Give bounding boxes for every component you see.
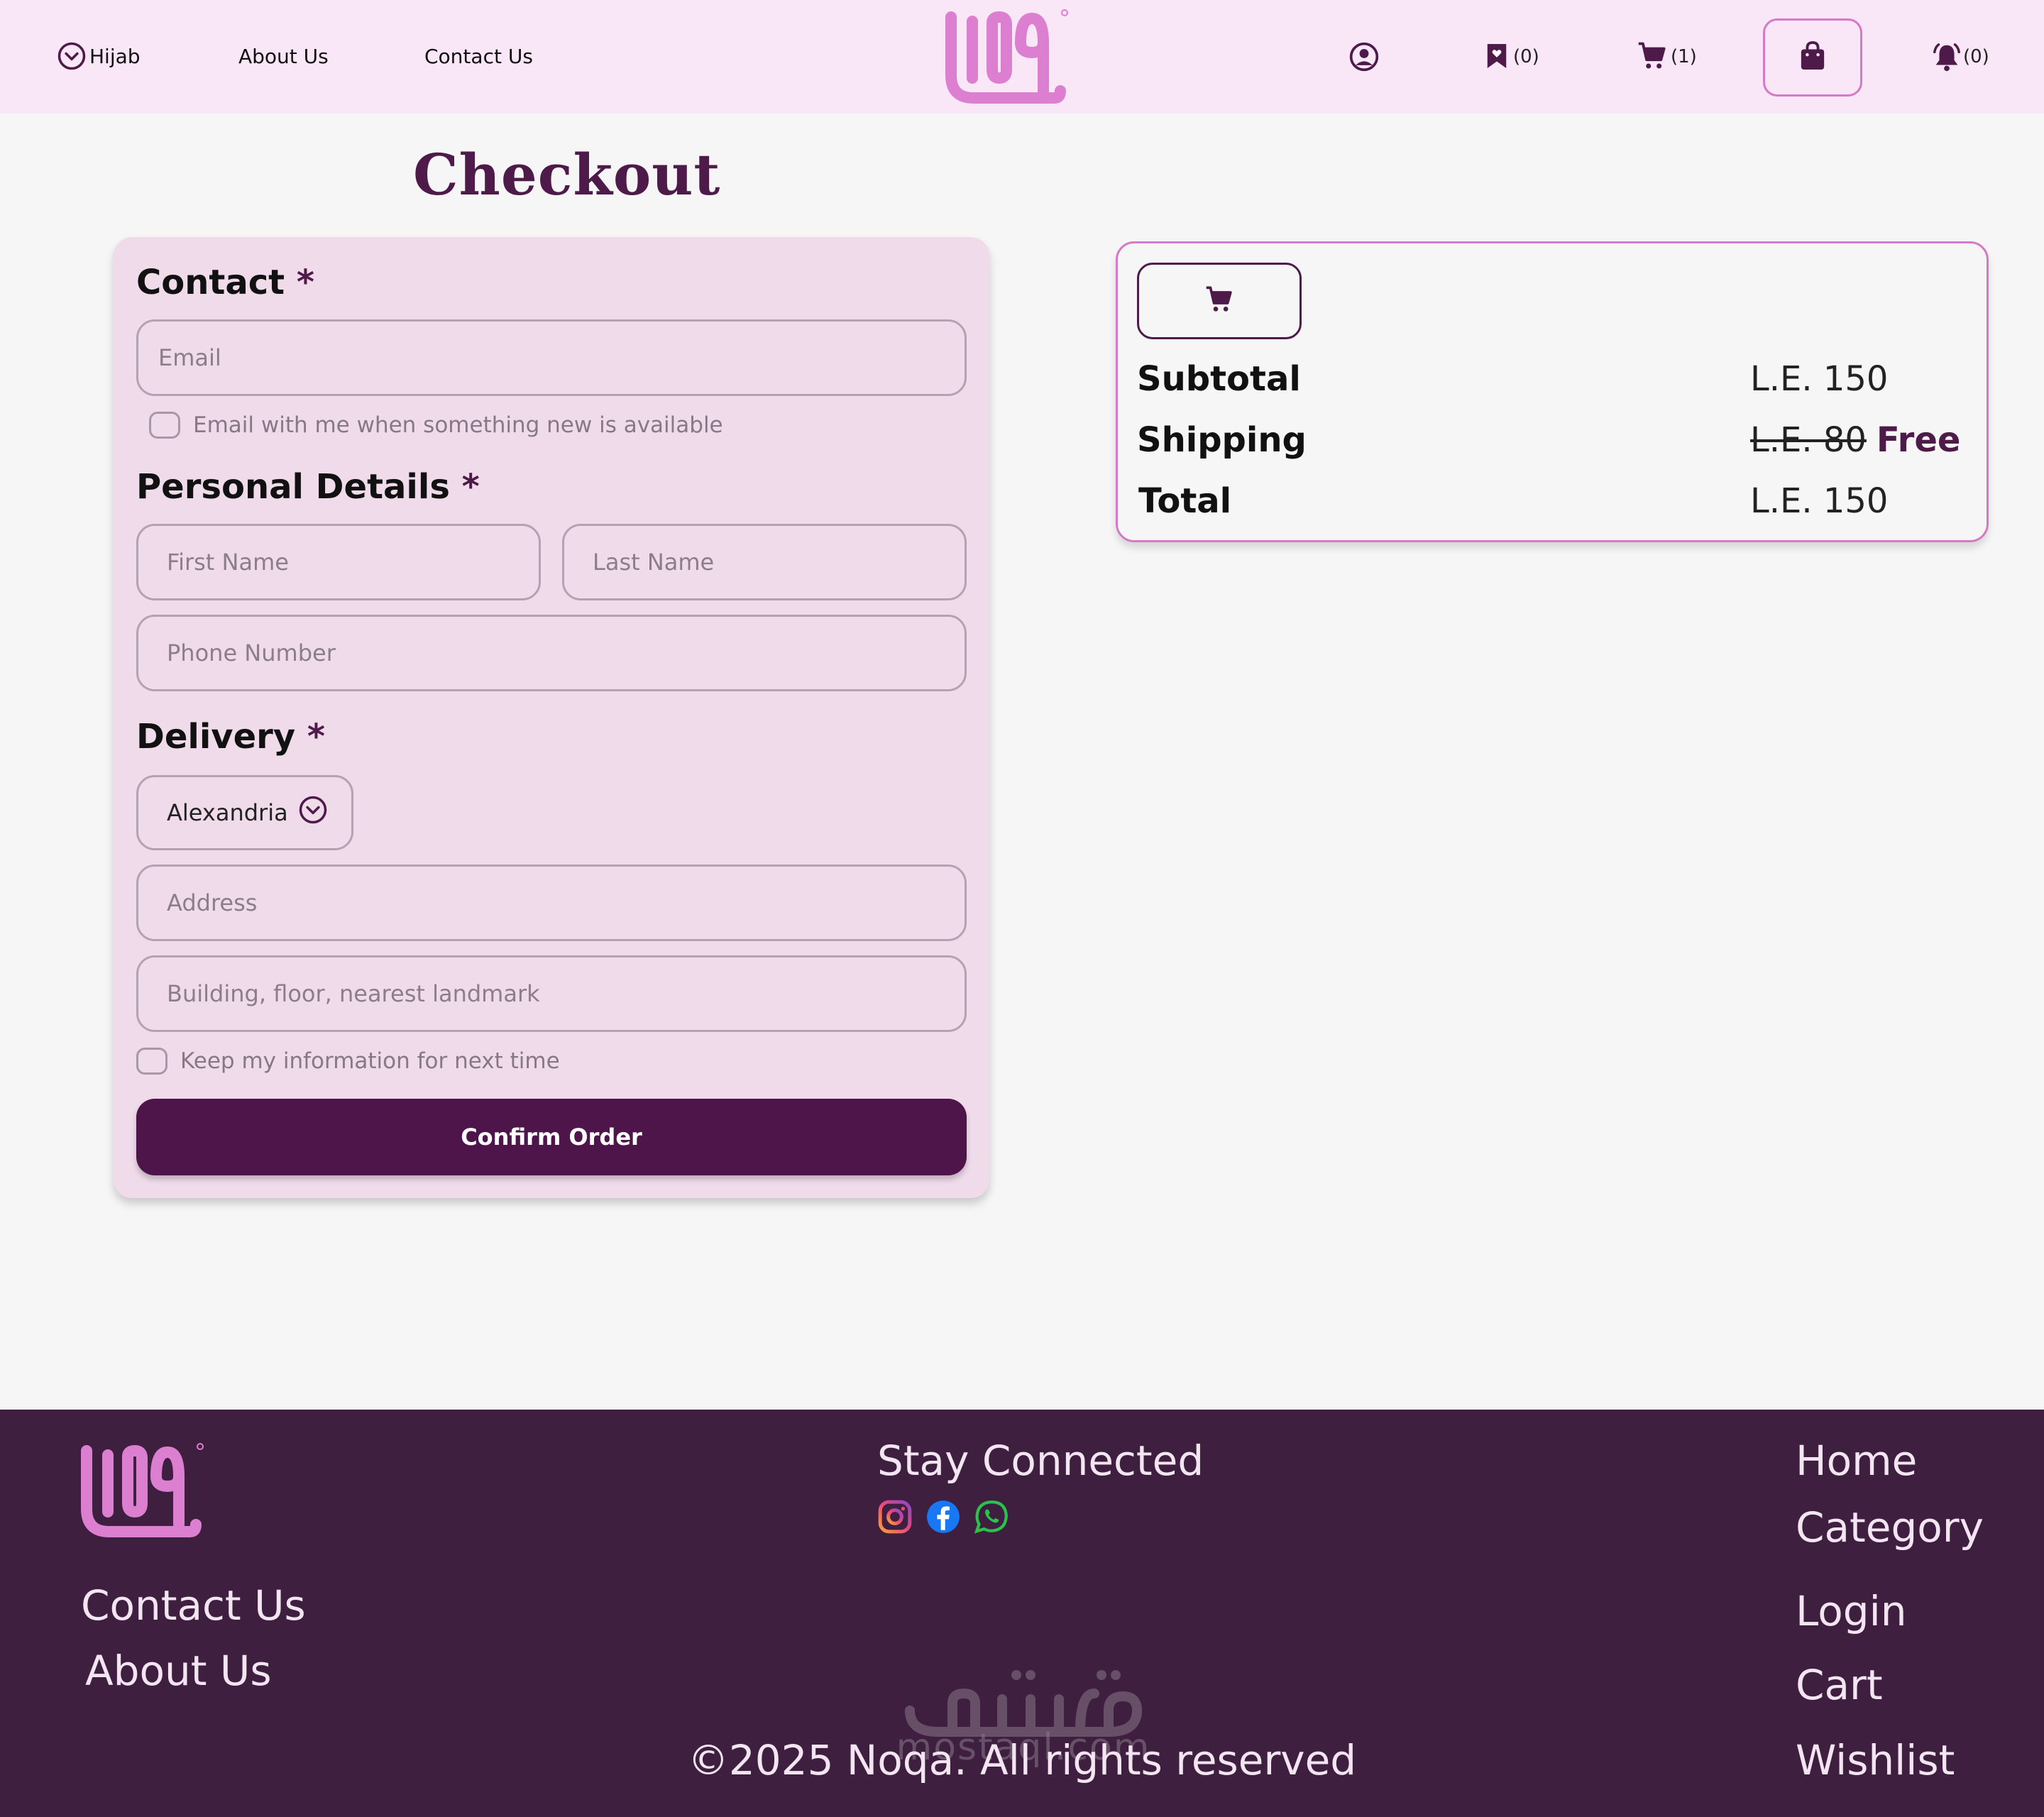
footer-link-cart[interactable]: Cart — [1796, 1659, 1883, 1711]
shipping-label: Shipping — [1137, 420, 1307, 460]
shopping-bag-button[interactable] — [1763, 18, 1862, 97]
personal-details-heading: Personal Details * — [136, 467, 480, 507]
view-cart-button[interactable] — [1137, 263, 1302, 339]
chevron-down-circle-icon — [288, 795, 328, 830]
delivery-heading: Delivery * — [136, 717, 325, 757]
user-account-icon[interactable] — [1348, 41, 1380, 72]
phone-number-input[interactable]: Phone Number — [136, 615, 967, 691]
nav-about-us[interactable]: About Us — [238, 44, 329, 70]
building-placeholder: Building, floor, nearest landmark — [167, 980, 540, 1007]
footer-link-home[interactable]: Home — [1796, 1435, 1917, 1486]
footer-link-contact-us[interactable]: Contact Us — [81, 1580, 306, 1631]
footer-link-category[interactable]: Category — [1796, 1502, 1984, 1553]
subtotal-value: L.E. 150 — [1750, 359, 1889, 399]
nav-hijab[interactable]: Hijab — [89, 44, 141, 70]
confirm-order-button[interactable]: Confirm Order — [136, 1099, 967, 1175]
page-title: Checkout — [413, 141, 721, 208]
email-input[interactable]: Email — [136, 319, 967, 396]
email-placeholder: Email — [158, 344, 221, 371]
whatsapp-icon[interactable] — [974, 1499, 1009, 1537]
keep-info-checkbox[interactable] — [136, 1048, 167, 1075]
cart-icon — [1204, 285, 1235, 317]
shipping-old-price: L.E. 80 — [1750, 420, 1867, 460]
address-input[interactable]: Address — [136, 864, 967, 941]
top-navbar: Hijab About Us Contact Us (0) (1) (0) — [0, 0, 2044, 114]
subtotal-label: Subtotal — [1137, 359, 1301, 399]
wishlist-bookmark-icon[interactable] — [1485, 43, 1509, 70]
instagram-icon[interactable] — [877, 1499, 913, 1537]
first-name-input[interactable]: First Name — [136, 524, 541, 600]
address-placeholder: Address — [167, 889, 258, 916]
wishlist-count: (0) — [1513, 46, 1539, 67]
footer-link-login[interactable]: Login — [1796, 1586, 1906, 1637]
newsletter-checkbox[interactable] — [149, 412, 180, 439]
last-name-input[interactable]: Last Name — [562, 524, 967, 600]
building-landmark-input[interactable]: Building, floor, nearest landmark — [136, 955, 967, 1032]
copyright-text: ©2025 Noqa. All rights reserved — [687, 1736, 1357, 1784]
first-name-placeholder: First Name — [167, 549, 289, 576]
notifications-count: (0) — [1963, 46, 1989, 67]
total-label: Total — [1138, 481, 1232, 521]
bell-notification-icon[interactable] — [1930, 41, 1963, 74]
cart-count: (1) — [1671, 46, 1697, 67]
footer-logo[interactable] — [77, 1441, 206, 1543]
city-select[interactable]: Alexandria — [136, 775, 353, 850]
phone-placeholder: Phone Number — [167, 639, 336, 666]
last-name-placeholder: Last Name — [593, 549, 715, 576]
stay-connected-heading: Stay Connected — [877, 1437, 1204, 1485]
newsletter-label: Email with me when something new is avai… — [193, 412, 723, 438]
brand-logo[interactable] — [941, 7, 1070, 109]
contact-heading: Contact * — [136, 263, 314, 302]
shipping-value: L.E. 80 Free — [1750, 419, 1960, 461]
shopping-bag-icon — [1799, 41, 1826, 74]
cart-icon[interactable] — [1637, 41, 1668, 71]
newsletter-checkbox-row[interactable]: Email with me when something new is avai… — [149, 412, 723, 439]
nav-contact-us[interactable]: Contact Us — [424, 44, 533, 70]
total-value: L.E. 150 — [1750, 481, 1889, 521]
keep-info-label: Keep my information for next time — [180, 1048, 560, 1074]
city-selected-value: Alexandria — [167, 799, 288, 826]
footer-link-about-us[interactable]: About Us — [85, 1645, 272, 1696]
facebook-icon[interactable] — [925, 1499, 961, 1537]
chevron-down-circle-icon[interactable] — [57, 41, 87, 71]
keep-info-checkbox-row[interactable]: Keep my information for next time — [136, 1048, 560, 1075]
shipping-free: Free — [1876, 420, 1961, 460]
